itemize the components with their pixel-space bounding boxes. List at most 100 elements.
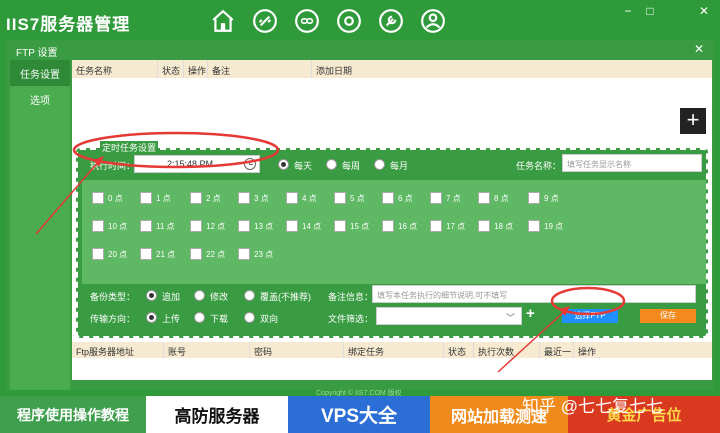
maximize-icon[interactable]: □ [643, 4, 657, 18]
exec-time-picker[interactable]: 2:15:48 PM [134, 155, 260, 173]
frequency-monthly-radio[interactable] [374, 159, 385, 170]
hour-checkbox[interactable] [92, 248, 104, 260]
hour-option[interactable]: 21 点 [140, 248, 175, 260]
user-icon[interactable] [418, 6, 448, 36]
hour-option[interactable]: 13 点 [238, 220, 273, 232]
frequency-weekly-label: 每周 [342, 161, 361, 171]
hour-checkbox[interactable] [430, 192, 442, 204]
hour-label: 20 点 [108, 249, 128, 259]
file-filter-select[interactable]: ﹀ [376, 307, 522, 325]
hour-checkbox[interactable] [140, 192, 152, 204]
hour-option[interactable]: 0 点 [92, 192, 123, 204]
hour-checkbox[interactable] [238, 220, 250, 232]
direction-both-radio[interactable] [244, 312, 255, 323]
hour-label: 2 点 [206, 193, 221, 203]
save-button[interactable]: 保存 [640, 309, 696, 323]
hour-option[interactable]: 3 点 [238, 192, 269, 204]
hour-checkbox[interactable] [190, 248, 202, 260]
hour-option[interactable]: 4 点 [286, 192, 317, 204]
hour-option[interactable]: 17 点 [430, 220, 465, 232]
column-header: 状态 [444, 342, 474, 358]
hour-checkbox[interactable] [92, 192, 104, 204]
direction-download-radio[interactable] [194, 312, 205, 323]
file-filter-label: 文件筛选： [328, 314, 374, 324]
hour-option[interactable]: 15 点 [334, 220, 369, 232]
hour-option[interactable]: 11 点 [140, 220, 175, 232]
column-header: 状态 [158, 60, 184, 78]
backup-append-radio[interactable] [146, 290, 157, 301]
hour-label: 12 点 [206, 221, 226, 231]
hour-checkbox[interactable] [140, 220, 152, 232]
hour-option[interactable]: 8 点 [478, 192, 509, 204]
dialog-close-icon[interactable]: ✕ [694, 42, 704, 56]
hour-checkbox[interactable] [140, 248, 152, 260]
remark-input[interactable]: 填写本任务执行的细节说明,可不填写 [372, 285, 696, 303]
hour-option[interactable]: 2 点 [190, 192, 221, 204]
banner-ad-0[interactable]: 程序使用操作教程 [0, 396, 146, 433]
add-filter-icon[interactable]: + [526, 305, 535, 322]
hour-checkbox[interactable] [528, 220, 540, 232]
hour-checkbox[interactable] [478, 220, 490, 232]
hour-label: 16 点 [398, 221, 418, 231]
settings-icon[interactable] [334, 6, 364, 36]
hour-label: 8 点 [494, 193, 509, 203]
banner-ad-2[interactable]: VPS大全 [288, 396, 430, 433]
clock-icon[interactable] [244, 158, 256, 170]
banner-ad-1[interactable]: 高防服务器 [146, 396, 288, 433]
hour-checkbox[interactable] [334, 192, 346, 204]
hour-option[interactable]: 22 点 [190, 248, 225, 260]
chain-icon[interactable] [292, 6, 322, 36]
hour-option[interactable]: 12 点 [190, 220, 225, 232]
ftp-grid-header: Ftp服务器地址 账号 密码 绑定任务 状态 执行次数 最近一 操作 [72, 342, 712, 358]
exec-time-value: 2:15:48 PM [167, 159, 214, 169]
hour-checkbox[interactable] [286, 192, 298, 204]
task-name-input[interactable]: 填写任务显示名称 [562, 154, 702, 172]
column-header: 最近一 [540, 342, 574, 358]
hour-label: 9 点 [544, 193, 559, 203]
backup-overwrite-radio[interactable] [244, 290, 255, 301]
add-task-button[interactable]: + [680, 108, 706, 134]
hour-checkbox[interactable] [334, 220, 346, 232]
tasks-table-header: 任务名称 状态 操作 备注 添加日期 [72, 60, 712, 78]
direction-upload-radio[interactable] [146, 312, 157, 323]
hour-option[interactable]: 23 点 [238, 248, 273, 260]
tools-icon[interactable] [376, 6, 406, 36]
hour-checkbox[interactable] [238, 248, 250, 260]
hour-checkbox[interactable] [382, 220, 394, 232]
hour-option[interactable]: 7 点 [430, 192, 461, 204]
column-header: 操作 [578, 347, 597, 357]
hour-checkbox[interactable] [286, 220, 298, 232]
hour-checkbox[interactable] [430, 220, 442, 232]
hour-option[interactable]: 19 点 [528, 220, 563, 232]
hour-option[interactable]: 14 点 [286, 220, 321, 232]
hour-checkbox[interactable] [528, 192, 540, 204]
hour-checkbox[interactable] [382, 192, 394, 204]
select-ftp-button[interactable]: 选择FTP [562, 309, 618, 323]
home-icon[interactable] [208, 6, 238, 36]
hour-option[interactable]: 10 点 [92, 220, 127, 232]
hour-checkbox[interactable] [92, 220, 104, 232]
close-icon[interactable]: ✕ [697, 4, 711, 18]
link-icon[interactable] [250, 6, 280, 36]
column-header: 任务名称 [72, 60, 158, 78]
sidebar-item-options[interactable]: 选项 [10, 86, 70, 112]
hour-option[interactable]: 16 点 [382, 220, 417, 232]
backup-modify-radio[interactable] [194, 290, 205, 301]
hour-option[interactable]: 18 点 [478, 220, 513, 232]
minimize-icon[interactable]: − [621, 4, 635, 18]
frequency-weekly-radio[interactable] [326, 159, 337, 170]
hour-option[interactable]: 5 点 [334, 192, 365, 204]
hour-checkbox[interactable] [238, 192, 250, 204]
hour-checkbox[interactable] [478, 192, 490, 204]
hour-option[interactable]: 9 点 [528, 192, 559, 204]
hour-label: 23 点 [254, 249, 274, 259]
hour-option[interactable]: 1 点 [140, 192, 171, 204]
hour-option[interactable]: 20 点 [92, 248, 127, 260]
hour-option[interactable]: 6 点 [382, 192, 413, 204]
main-content: 任务名称 状态 操作 备注 添加日期 + 定时任务设置 执行时间： 2:15:4… [72, 60, 712, 380]
hour-checkbox[interactable] [190, 192, 202, 204]
hour-checkbox[interactable] [190, 220, 202, 232]
frequency-daily-radio[interactable] [278, 159, 289, 170]
hour-label: 22 点 [206, 249, 226, 259]
sidebar-item-task-settings[interactable]: 任务设置 [10, 60, 70, 86]
